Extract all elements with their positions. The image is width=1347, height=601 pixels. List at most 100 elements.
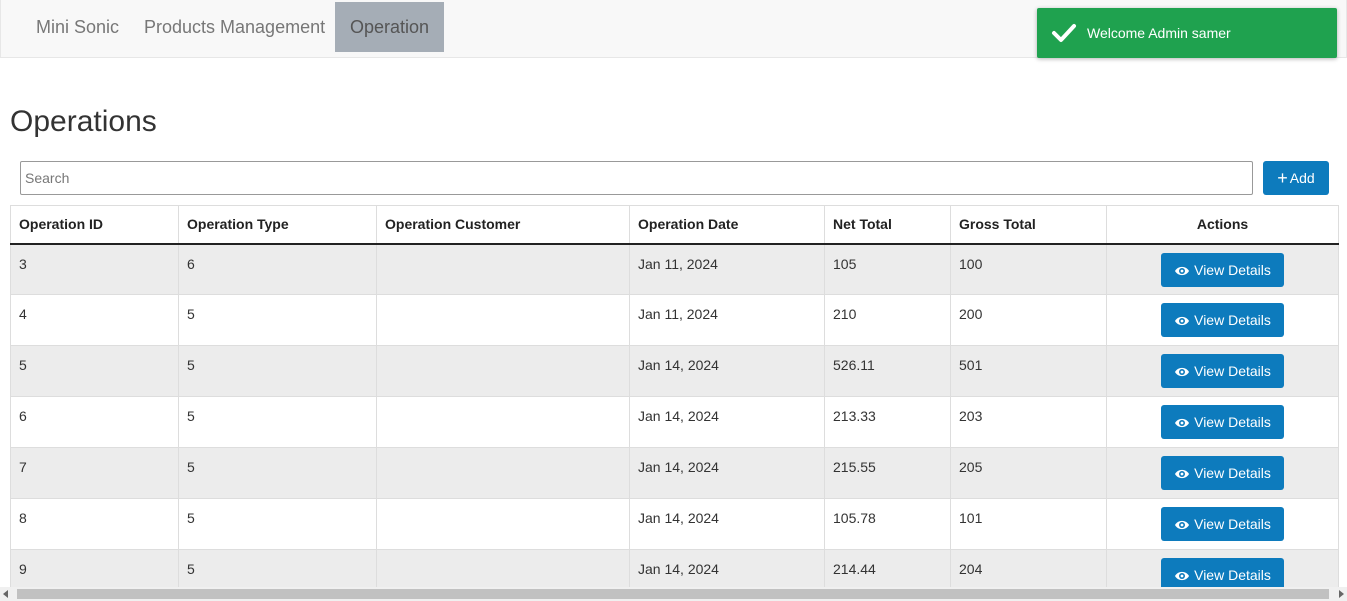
cell-operation-date: Jan 11, 2024 bbox=[629, 243, 825, 295]
cell-operation-type: 5 bbox=[178, 396, 377, 448]
view-details-label: View Details bbox=[1194, 465, 1271, 481]
scroll-right-icon[interactable] bbox=[1339, 590, 1344, 598]
cell-gross-total: 205 bbox=[950, 447, 1107, 499]
cell-net-total: 210 bbox=[824, 294, 951, 346]
cell-operation-type: 5 bbox=[178, 345, 377, 397]
cell-operation-date: Jan 14, 2024 bbox=[629, 498, 825, 550]
cell-operation-type: 6 bbox=[178, 243, 377, 295]
cell-operation-customer bbox=[376, 549, 630, 587]
nav-item-operation[interactable]: Operation bbox=[335, 2, 444, 52]
table-row: 4 5 Jan 11, 2024 210 200 View Details bbox=[10, 294, 1339, 346]
view-details-label: View Details bbox=[1194, 516, 1271, 532]
table-row: 3 6 Jan 11, 2024 105 100 View Details bbox=[10, 243, 1339, 295]
eye-icon bbox=[1175, 571, 1190, 581]
nav-item-products-management[interactable]: Products Management bbox=[129, 2, 340, 52]
eye-icon bbox=[1175, 367, 1190, 377]
cell-operation-type: 5 bbox=[178, 447, 377, 499]
table-row: 8 5 Jan 14, 2024 105.78 101 View Details bbox=[10, 498, 1339, 550]
view-details-button[interactable]: View Details bbox=[1161, 405, 1284, 439]
add-button-label: Add bbox=[1289, 170, 1315, 186]
column-header-gross-total[interactable]: Gross Total bbox=[950, 205, 1107, 245]
column-header-operation-customer[interactable]: Operation Customer bbox=[376, 205, 630, 245]
cell-operation-id: 8 bbox=[10, 498, 179, 550]
view-details-button[interactable]: View Details bbox=[1161, 354, 1284, 388]
cell-net-total: 214.44 bbox=[824, 549, 951, 587]
toast-message: Welcome Admin samer bbox=[1087, 25, 1231, 41]
eye-icon bbox=[1175, 418, 1190, 428]
cell-net-total: 526.11 bbox=[824, 345, 951, 397]
cell-operation-customer bbox=[376, 447, 630, 499]
cell-operation-customer bbox=[376, 243, 630, 295]
cell-actions: View Details bbox=[1106, 294, 1339, 346]
search-input[interactable] bbox=[20, 161, 1253, 195]
cell-net-total: 105.78 bbox=[824, 498, 951, 550]
cell-operation-type: 5 bbox=[178, 549, 377, 587]
plus-icon: + bbox=[1277, 168, 1288, 188]
operations-table: Operation ID Operation Type Operation Cu… bbox=[10, 205, 1339, 587]
cell-gross-total: 200 bbox=[950, 294, 1107, 346]
check-icon bbox=[1052, 24, 1076, 42]
cell-gross-total: 100 bbox=[950, 243, 1107, 295]
cell-operation-date: Jan 14, 2024 bbox=[629, 345, 825, 397]
view-details-button[interactable]: View Details bbox=[1161, 456, 1284, 490]
operations-table-container: Operation ID Operation Type Operation Cu… bbox=[10, 205, 1339, 587]
cell-operation-customer bbox=[376, 396, 630, 448]
table-row: 6 5 Jan 14, 2024 213.33 203 View Details bbox=[10, 396, 1339, 448]
cell-gross-total: 203 bbox=[950, 396, 1107, 448]
scroll-left-icon[interactable] bbox=[3, 590, 8, 598]
cell-operation-id: 5 bbox=[10, 345, 179, 397]
cell-operation-id: 7 bbox=[10, 447, 179, 499]
cell-operation-id: 9 bbox=[10, 549, 179, 587]
column-header-operation-id[interactable]: Operation ID bbox=[10, 205, 179, 245]
table-header-row: Operation ID Operation Type Operation Cu… bbox=[10, 205, 1339, 245]
cell-actions: View Details bbox=[1106, 498, 1339, 550]
view-details-button[interactable]: View Details bbox=[1161, 558, 1284, 587]
cell-operation-customer bbox=[376, 498, 630, 550]
view-details-label: View Details bbox=[1194, 363, 1271, 379]
page-title: Operations bbox=[10, 105, 157, 138]
cell-operation-type: 5 bbox=[178, 498, 377, 550]
cell-actions: View Details bbox=[1106, 396, 1339, 448]
welcome-toast[interactable]: Welcome Admin samer bbox=[1037, 8, 1337, 58]
cell-net-total: 215.55 bbox=[824, 447, 951, 499]
cell-operation-type: 5 bbox=[178, 294, 377, 346]
cell-operation-customer bbox=[376, 345, 630, 397]
view-details-label: View Details bbox=[1194, 414, 1271, 430]
eye-icon bbox=[1175, 266, 1190, 275]
cell-gross-total: 204 bbox=[950, 549, 1107, 587]
cell-operation-id: 6 bbox=[10, 396, 179, 448]
cell-operation-id: 4 bbox=[10, 294, 179, 346]
view-details-button[interactable]: View Details bbox=[1161, 303, 1284, 337]
column-header-actions: Actions bbox=[1106, 205, 1339, 245]
cell-actions: View Details bbox=[1106, 549, 1339, 587]
cell-operation-customer bbox=[376, 294, 630, 346]
cell-operation-date: Jan 11, 2024 bbox=[629, 294, 825, 346]
view-details-label: View Details bbox=[1194, 567, 1271, 583]
cell-net-total: 105 bbox=[824, 243, 951, 295]
column-header-operation-type[interactable]: Operation Type bbox=[178, 205, 377, 245]
column-header-net-total[interactable]: Net Total bbox=[824, 205, 951, 245]
column-header-operation-date[interactable]: Operation Date bbox=[629, 205, 825, 245]
nav-brand[interactable]: Mini Sonic bbox=[21, 2, 134, 52]
cell-operation-date: Jan 14, 2024 bbox=[629, 549, 825, 587]
table-row: 5 5 Jan 14, 2024 526.11 501 View Details bbox=[10, 345, 1339, 397]
eye-icon bbox=[1175, 469, 1190, 479]
cell-actions: View Details bbox=[1106, 243, 1339, 295]
cell-gross-total: 101 bbox=[950, 498, 1107, 550]
cell-operation-date: Jan 14, 2024 bbox=[629, 447, 825, 499]
cell-operation-id: 3 bbox=[10, 243, 179, 295]
view-details-label: View Details bbox=[1194, 312, 1271, 328]
cell-net-total: 213.33 bbox=[824, 396, 951, 448]
view-details-button[interactable]: View Details bbox=[1161, 252, 1284, 287]
table-row: 9 5 Jan 14, 2024 214.44 204 View Details bbox=[10, 549, 1339, 587]
horizontal-scrollbar[interactable] bbox=[0, 587, 1347, 601]
add-button[interactable]: + Add bbox=[1263, 161, 1329, 195]
cell-operation-date: Jan 14, 2024 bbox=[629, 396, 825, 448]
eye-icon bbox=[1175, 520, 1190, 530]
cell-actions: View Details bbox=[1106, 447, 1339, 499]
table-row: 7 5 Jan 14, 2024 215.55 205 View Details bbox=[10, 447, 1339, 499]
scrollbar-thumb[interactable] bbox=[17, 589, 1329, 599]
view-details-label: View Details bbox=[1194, 261, 1271, 278]
eye-icon bbox=[1175, 316, 1190, 326]
view-details-button[interactable]: View Details bbox=[1161, 507, 1284, 541]
